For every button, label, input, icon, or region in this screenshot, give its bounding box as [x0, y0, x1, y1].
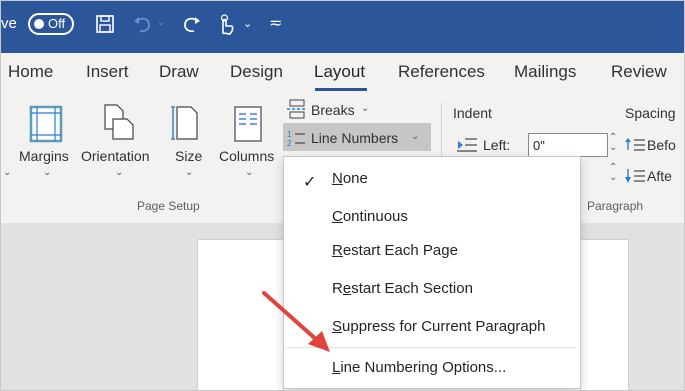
tab-insert[interactable]: Insert [86, 62, 129, 82]
svg-text:2: 2 [287, 139, 292, 147]
indent-left-input[interactable]: 0" [528, 133, 608, 157]
menu-item-none-rest: one [342, 170, 368, 187]
annotation-arrow-icon [262, 291, 330, 352]
spacing-after-label: Afte [647, 168, 672, 184]
menu-item-options-label: Line Numbering Options... [332, 359, 506, 376]
autosave-label: ve [1, 15, 17, 32]
size-icon[interactable] [171, 103, 201, 143]
line-numbers-label: Line Numbers [311, 130, 399, 146]
columns-button[interactable]: Columns [219, 148, 274, 164]
menu-item-options-rest: ine Numbering Options... [340, 359, 507, 376]
columns-dropdown-icon[interactable]: ⌄ [245, 167, 253, 178]
orientation-button[interactable]: Orientation [81, 148, 149, 164]
ribbon-tabs: Home Insert Draw Design Layout Reference… [1, 53, 684, 93]
indent-left-value: 0" [533, 138, 545, 153]
line-numbers-dropdown-icon: ⌄ [411, 131, 420, 142]
breaks-icon[interactable] [287, 99, 307, 119]
menu-item-restart-page-mnemonic: R [332, 242, 343, 259]
size-button[interactable]: Size [175, 148, 202, 164]
indent-left-icon [457, 138, 477, 152]
menu-item-none-label: None [332, 170, 368, 187]
margins-icon[interactable] [29, 105, 63, 143]
tab-references[interactable]: References [398, 62, 485, 82]
menu-item-none[interactable]: ✓ None [284, 163, 580, 193]
checkmark-icon: ✓ [303, 174, 317, 191]
indent-label: Indent [453, 105, 492, 121]
word-window: ve Off ⌄ ⌄ ≂ Home Insert Draw Design Lay… [0, 0, 685, 391]
spacing-after-icon [625, 169, 645, 183]
line-numbers-icon: 1 2 [287, 130, 305, 147]
touch-mode-icon[interactable] [215, 13, 237, 37]
spacing-before-icon [625, 138, 645, 151]
tab-layout[interactable]: Layout [314, 62, 365, 82]
breaks-dropdown-icon[interactable]: ⌄ [361, 103, 369, 114]
menu-item-continuous-mnemonic: C [332, 208, 343, 225]
paragraph-group-label: Paragraph [587, 199, 644, 213]
spacing-label: Spacing [625, 105, 676, 121]
toggle-knob [34, 19, 44, 29]
size-dropdown-icon[interactable]: ⌄ [185, 167, 193, 178]
menu-item-restart-section-label: Restart Each Section [332, 280, 473, 297]
active-tab-indicator [315, 88, 367, 91]
autosave-state: Off [48, 16, 66, 31]
breaks-button[interactable]: Breaks [311, 102, 355, 118]
indent-left-spinner[interactable]: ⌃ ⌄ [609, 133, 617, 153]
menu-item-restart-section-rest: start Each Section [351, 280, 473, 297]
menu-item-continuous-rest: ontinuous [342, 208, 408, 225]
left-dropdown-icon[interactable]: ⌄ [3, 167, 11, 178]
redo-icon[interactable] [181, 13, 203, 35]
columns-icon[interactable] [233, 105, 263, 143]
margins-dropdown-icon[interactable]: ⌄ [43, 167, 51, 178]
menu-item-suppress-label: Suppress for Current Paragraph [332, 318, 545, 335]
touch-dropdown-icon[interactable]: ⌄ [243, 17, 252, 30]
menu-item-restart-page-rest: estart Each Page [342, 242, 458, 259]
spacing-before-label: Befo [647, 137, 676, 153]
save-icon[interactable] [94, 13, 116, 35]
autosave-toggle[interactable]: Off [28, 13, 74, 35]
menu-item-continuous[interactable]: Continuous [284, 201, 580, 231]
menu-item-none-mnemonic: N [332, 170, 343, 187]
menu-item-suppress-rest: uppress for Current Paragraph [342, 318, 546, 335]
indent-left-label: Left: [483, 137, 511, 153]
customize-toolbar-icon[interactable]: ≂ [269, 13, 282, 33]
menu-item-continuous-label: Continuous [332, 208, 408, 225]
margins-button[interactable]: Margins [19, 148, 69, 164]
spacing-after-spinner[interactable]: ⌃ ⌄ [609, 163, 617, 183]
tab-mailings[interactable]: Mailings [514, 62, 576, 82]
orientation-icon[interactable] [101, 103, 137, 143]
undo-dropdown-icon[interactable]: ⌄ [157, 17, 165, 28]
orientation-dropdown-icon[interactable]: ⌄ [115, 167, 123, 178]
undo-icon[interactable] [131, 13, 153, 35]
page-setup-group-label: Page Setup [137, 199, 200, 213]
svg-text:1: 1 [287, 130, 292, 139]
tab-draw[interactable]: Draw [159, 62, 199, 82]
tab-home[interactable]: Home [8, 62, 53, 82]
tab-review[interactable]: Review [611, 62, 667, 82]
tab-design[interactable]: Design [230, 62, 283, 82]
title-bar: ve Off ⌄ ⌄ ≂ [1, 1, 684, 53]
menu-item-restart-page[interactable]: Restart Each Page [284, 235, 580, 265]
menu-item-restart-page-label: Restart Each Page [332, 242, 458, 259]
